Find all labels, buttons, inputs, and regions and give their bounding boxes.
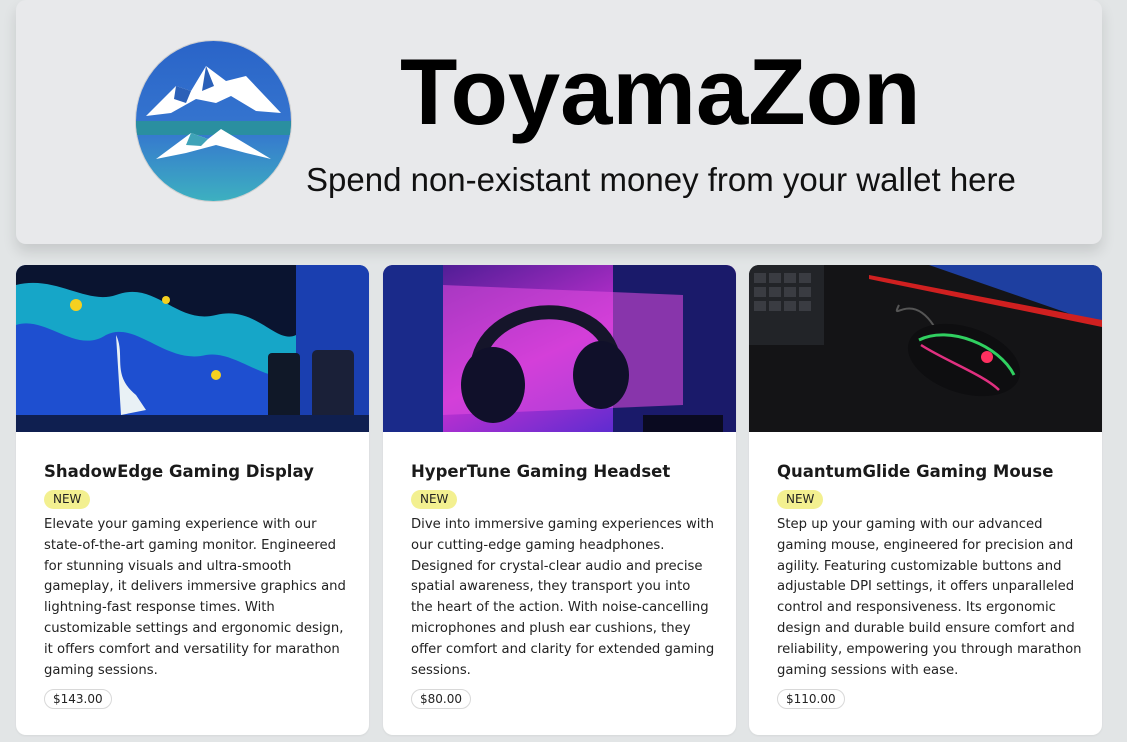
price-tag: $143.00	[44, 689, 112, 709]
site-tagline: Spend non-existant money from your walle…	[306, 161, 1016, 198]
product-title[interactable]: QuantumGlide Gaming Mouse	[777, 461, 1053, 483]
product-card[interactable]: HyperTune Gaming Headset NEW Dive into i…	[383, 265, 736, 735]
price-tag: $110.00	[777, 689, 845, 709]
product-title[interactable]: HyperTune Gaming Headset	[411, 461, 670, 483]
gaming-monitor-photo	[16, 265, 369, 432]
new-badge: NEW	[411, 490, 458, 509]
product-description: Step up your gaming with our advanced ga…	[777, 517, 1082, 678]
price-tag: $80.00	[411, 689, 471, 709]
product-description: Elevate your gaming experience with our …	[44, 517, 346, 678]
mountain-logo-icon[interactable]	[135, 40, 292, 202]
gaming-mouse-photo	[749, 265, 1102, 432]
product-title[interactable]: ShadowEdge Gaming Display	[44, 461, 314, 483]
product-card[interactable]: ShadowEdge Gaming Display NEW Elevate yo…	[16, 265, 369, 735]
new-badge: NEW	[44, 490, 91, 509]
gaming-headset-photo	[383, 265, 736, 432]
new-badge: NEW	[777, 490, 824, 509]
product-card[interactable]: QuantumGlide Gaming Mouse NEW Step up yo…	[749, 265, 1102, 735]
site-header: ToyamaZon Spend non-existant money from …	[16, 0, 1102, 244]
site-title: ToyamaZon	[400, 39, 921, 144]
product-description: Dive into immersive gaming experiences w…	[411, 517, 715, 678]
